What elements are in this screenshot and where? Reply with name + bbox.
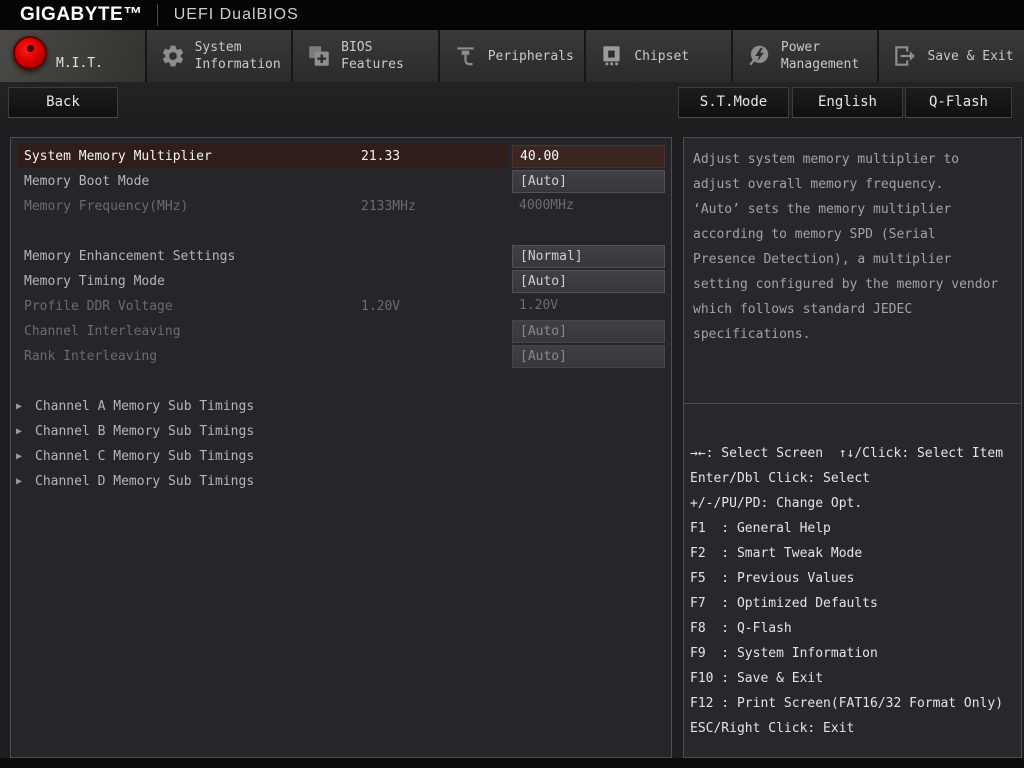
firmware-title: UEFI DualBIOS — [173, 6, 299, 23]
tab-mit[interactable]: M.I.T. — [0, 30, 147, 82]
setting-value-box: [Auto] — [512, 320, 665, 343]
tab-label: Chipset — [634, 48, 690, 64]
shortcut-line: F9 : System Information — [690, 646, 878, 661]
power-bolt-icon — [749, 45, 769, 66]
setting-label: Memory Enhancement Settings — [24, 249, 236, 264]
tab-chipset[interactable]: Chipset — [586, 30, 733, 82]
keyboard-shortcuts: →←: Select Screen ↑↓/Click: Select Item … — [684, 405, 1021, 757]
bottom-strip — [0, 758, 1024, 768]
exit-door-arrow-icon — [895, 46, 916, 66]
shortcut-line: →←: Select Screen ↑↓/Click: Select Item — [690, 446, 1004, 461]
tab-bar: M.I.T. System Information BIOS Features … — [0, 30, 1024, 82]
setting-value: 4000MHz — [519, 198, 574, 213]
setting-current-value: 2133MHz — [361, 199, 416, 214]
submenu-arrow-icon: ▶ — [16, 451, 23, 462]
submenu-arrow-icon: ▶ — [16, 476, 23, 487]
setting-value-box[interactable]: 40.00 — [512, 145, 665, 168]
shortcut-line: F5 : Previous Values — [690, 571, 855, 586]
setting-label: Rank Interleaving — [24, 349, 158, 364]
tab-label: Save & Exit — [927, 48, 1014, 64]
tab-bios-features[interactable]: BIOS Features — [293, 30, 440, 82]
submenu-label: Channel B Memory Sub Timings — [35, 424, 255, 439]
mit-dial-icon — [13, 36, 47, 70]
setting-label: Memory Frequency(MHz) — [24, 199, 189, 214]
shortcut-line: F10 : Save & Exit — [690, 671, 824, 686]
setting-current-value: 1.20V — [361, 299, 401, 314]
setting-row-system-memory-multiplier[interactable]: System Memory Multiplier 21.33 40.00 — [11, 144, 671, 169]
help-line: which follows standard JEDEC — [693, 302, 913, 317]
qflash-button[interactable]: Q-Flash — [905, 87, 1012, 118]
bios-screen: GIGABYTE™ UEFI DualBIOS M.I.T. System In… — [0, 0, 1024, 768]
settings-panel: System Memory Multiplier 21.33 40.00 Mem… — [10, 137, 672, 758]
setting-label: Channel Interleaving — [24, 324, 181, 339]
tab-save-exit[interactable]: Save & Exit — [879, 30, 1024, 82]
tab-label: M.I.T. — [56, 55, 103, 71]
setting-label: System Memory Multiplier — [24, 149, 212, 164]
submenu-row-channel-c-sub-timings[interactable]: ▶ Channel C Memory Sub Timings — [11, 444, 671, 469]
item-help-text: Adjust system memory multiplier to adjus… — [684, 138, 1021, 404]
help-line: Adjust system memory multiplier to — [693, 152, 960, 167]
setting-row-channel-interleaving: Channel Interleaving [Auto] — [11, 319, 671, 344]
back-button[interactable]: Back — [8, 87, 118, 118]
help-line: setting configured by the memory vendor — [693, 277, 999, 292]
title-separator — [156, 4, 158, 26]
st-mode-button[interactable]: S.T.Mode — [678, 87, 789, 118]
help-line: Presence Detection), a multiplier — [693, 252, 952, 267]
setting-label: Memory Timing Mode — [24, 274, 165, 289]
bios-chip-plus-icon — [309, 46, 329, 66]
title-bar: GIGABYTE™ UEFI DualBIOS — [0, 0, 1024, 30]
setting-value-box[interactable]: [Auto] — [512, 270, 665, 293]
shortcut-line: F7 : Optimized Defaults — [690, 596, 878, 611]
setting-row-memory-boot-mode[interactable]: Memory Boot Mode [Auto] — [11, 169, 671, 194]
tab-label: Power Management — [780, 40, 860, 72]
setting-row-rank-interleaving: Rank Interleaving [Auto] — [11, 344, 671, 369]
tab-label: Peripherals — [487, 48, 574, 64]
shortcut-line: F8 : Q-Flash — [690, 621, 792, 636]
setting-row-memory-timing-mode[interactable]: Memory Timing Mode [Auto] — [11, 269, 671, 294]
shortcut-line: F2 : Smart Tweak Mode — [690, 546, 863, 561]
help-line: adjust overall memory frequency. — [693, 177, 944, 192]
submenu-label: Channel A Memory Sub Timings — [35, 399, 255, 414]
tab-system-information[interactable]: System Information — [146, 30, 294, 82]
tab-power-management[interactable]: Power Management — [732, 30, 880, 82]
submenu-label: Channel D Memory Sub Timings — [35, 474, 255, 489]
shortcut-line: F12 : Print Screen(FAT16/32 Format Only) — [690, 696, 1004, 711]
help-panel: Adjust system memory multiplier to adjus… — [683, 137, 1022, 758]
toolbar: Back S.T.Mode English Q-Flash — [0, 82, 1024, 137]
shortcut-line: F1 : General Help — [690, 521, 831, 536]
setting-value-box: [Auto] — [512, 345, 665, 368]
setting-label: Profile DDR Voltage — [24, 299, 173, 314]
tab-peripherals[interactable]: Peripherals — [439, 30, 587, 82]
setting-row-profile-ddr-voltage: Profile DDR Voltage 1.20V 1.20V — [11, 294, 671, 319]
tab-label: System Information — [194, 40, 281, 72]
setting-row-memory-frequency: Memory Frequency(MHz) 2133MHz 4000MHz — [11, 194, 671, 219]
submenu-row-channel-a-sub-timings[interactable]: ▶ Channel A Memory Sub Timings — [11, 394, 671, 419]
setting-label: Memory Boot Mode — [24, 174, 150, 189]
submenu-label: Channel C Memory Sub Timings — [35, 449, 255, 464]
help-line: according to memory SPD (Serial — [693, 227, 936, 242]
setting-value-box[interactable]: [Auto] — [512, 170, 665, 193]
tab-label: BIOS Features — [341, 40, 404, 72]
setting-current-value: 21.33 — [361, 149, 401, 164]
setting-value-box[interactable]: [Normal] — [512, 245, 665, 268]
submenu-arrow-icon: ▶ — [16, 401, 23, 412]
shortcut-line: Enter/Dbl Click: Select — [690, 471, 871, 486]
setting-value: 1.20V — [519, 298, 559, 313]
help-line: specifications. — [693, 327, 811, 342]
submenu-arrow-icon: ▶ — [16, 426, 23, 437]
language-button[interactable]: English — [792, 87, 903, 118]
help-line: ‘Auto’ sets the memory multiplier — [693, 202, 952, 217]
shortcut-line: ESC/Right Click: Exit — [690, 721, 855, 736]
peripheral-plug-icon — [457, 47, 474, 66]
shortcut-line: +/-/PU/PD: Change Opt. — [690, 496, 863, 511]
gear-icon — [162, 45, 183, 67]
submenu-row-channel-b-sub-timings[interactable]: ▶ Channel B Memory Sub Timings — [11, 419, 671, 444]
chipset-icon — [603, 46, 620, 66]
setting-row-memory-enhancement-settings[interactable]: Memory Enhancement Settings [Normal] — [11, 244, 671, 269]
submenu-row-channel-d-sub-timings[interactable]: ▶ Channel D Memory Sub Timings — [11, 469, 671, 494]
gigabyte-logo: GIGABYTE™ — [20, 4, 143, 25]
